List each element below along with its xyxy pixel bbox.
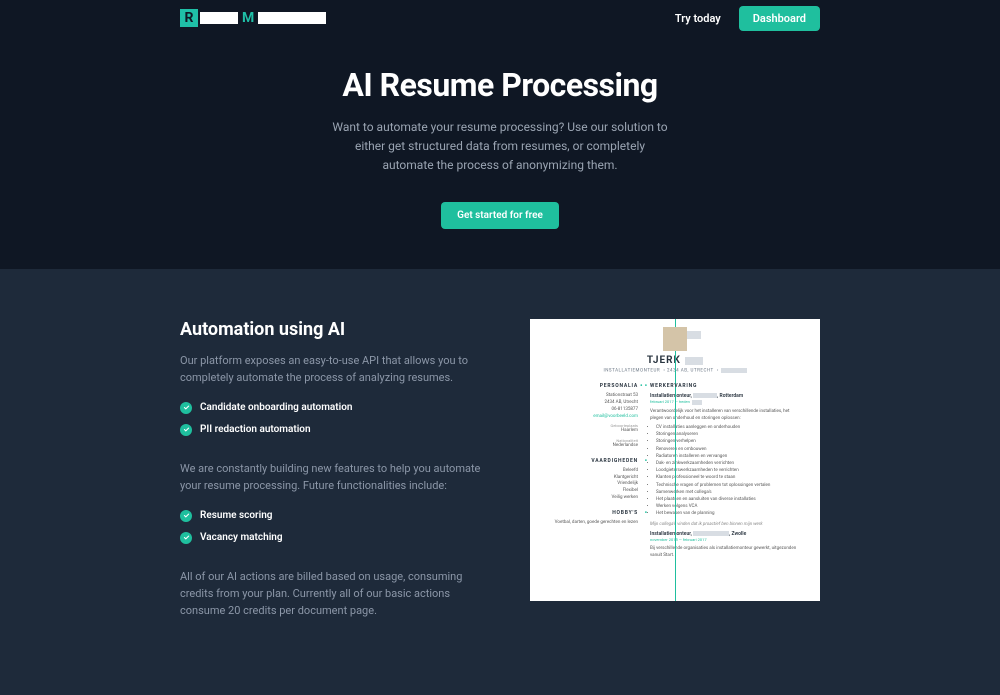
divider-line [675,319,676,601]
feature-label: Candidate onboarding automation [200,402,352,413]
hero-title: AI Resume Processing [0,66,1000,104]
features-list-a: Candidate onboarding automation PII redac… [180,402,490,436]
feature-label: Resume scoring [200,510,273,521]
nav: Try today Dashboard [675,6,820,31]
logo-text-block [200,12,238,24]
check-icon [180,402,192,414]
automation-left: Automation using AI Our platform exposes… [180,319,490,635]
redacted-block [692,400,702,405]
section-work: WERKERVARING [650,383,804,389]
redacted-block [721,368,747,373]
skill-item: Flexibel [546,488,638,495]
skill-item: Beleefd [546,468,638,475]
hero: AI Resume Processing Want to automate yo… [0,36,1000,269]
logo[interactable]: R M [180,9,326,27]
features-list-b: Resume scoring Vacancy matching [180,510,490,544]
section-hobby: HOBBY'S [546,510,638,516]
dashboard-button[interactable]: Dashboard [739,6,820,31]
feature-item: PII redaction automation [180,424,490,436]
quote: Mijn collega's vinden dat ik proactief b… [650,522,804,527]
section-midtext: We are constantly building new features … [180,460,490,494]
feature-item: Resume scoring [180,510,490,522]
feature-label: Vacancy matching [200,532,283,543]
redacted-block [685,357,703,365]
resume-right-col: WERKERVARING Installatiemonteur, , Rotte… [650,383,804,561]
hero-subtitle: Want to automate your resume processing?… [330,118,670,176]
resume-preview: TJERK INSTALLATIEMONTEUR • 2434 AB, UTRE… [530,319,820,635]
feature-item: Candidate onboarding automation [180,402,490,414]
section-title: Automation using AI [180,319,490,340]
resume-document: TJERK INSTALLATIEMONTEUR • 2434 AB, UTRE… [530,319,820,601]
logo-r-icon: R [180,9,198,27]
avatar [663,327,687,351]
billing-note: All of our AI actions are billed based o… [180,568,490,619]
job-bullets: CV installaties aanleggen en onderhouden… [650,424,804,517]
feature-label: PII redaction automation [200,424,311,435]
redacted-block [693,393,717,398]
section-intro: Our platform exposes an easy-to-use API … [180,352,490,386]
logo-text-block [258,12,326,24]
automation-section: Automation using AI Our platform exposes… [0,269,1000,695]
skill-item: Vriendelijk [546,481,638,488]
check-icon [180,532,192,544]
logo-m-icon: M [242,10,254,26]
resume-left-col: PERSONALIA Stationstraat 53 2434 AB, Utr… [546,383,638,561]
section-personalia: PERSONALIA [546,383,638,389]
check-icon [180,424,192,436]
try-today-link[interactable]: Try today [675,12,721,25]
header: R M Try today Dashboard [0,0,1000,36]
redacted-block [693,531,729,536]
get-started-button[interactable]: Get started for free [441,202,559,229]
check-icon [180,510,192,522]
skill-item: Veilig werken [546,495,638,502]
section-skills: VAARDIGHEDEN [546,458,638,464]
feature-item: Vacancy matching [180,532,490,544]
